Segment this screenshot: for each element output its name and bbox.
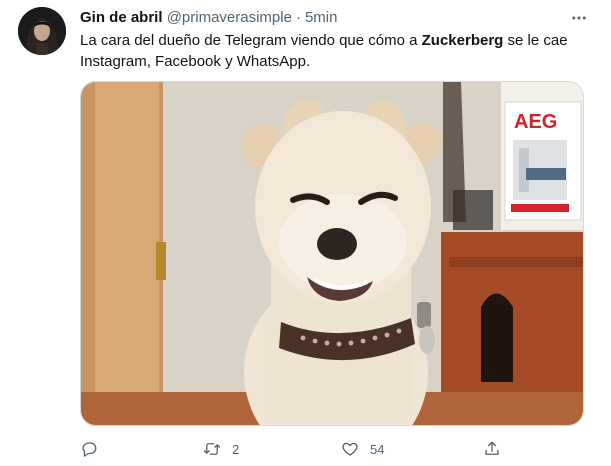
heart-icon	[342, 442, 358, 456]
tweet-actions: 2 54	[74, 434, 514, 464]
timestamp[interactable]: 5min	[305, 9, 338, 26]
reply-icon	[82, 442, 97, 457]
tweet-header: Gin de abril @primaverasimple · 5min	[80, 8, 337, 28]
retweet-button[interactable]: 2	[203, 434, 239, 464]
tweet-text-bold: Zuckerberg	[421, 32, 504, 49]
author-name[interactable]: Gin de abril	[80, 9, 163, 26]
tweet-text-part-1: La cara del dueño de Telegram viendo que…	[80, 32, 422, 49]
retweet-count: 2	[232, 441, 240, 457]
tweet-text: La cara del dueño de Telegram viendo que…	[80, 30, 585, 72]
separator-dot: ·	[295, 9, 301, 26]
more-horizontal-icon	[572, 16, 586, 20]
avatar[interactable]	[18, 7, 66, 55]
tweet[interactable]: Gin de abril @primaverasimple · 5min La ca…	[0, 0, 611, 466]
aeg-label: AEG	[514, 111, 557, 133]
reply-button[interactable]	[80, 434, 109, 464]
like-button[interactable]: 54	[341, 434, 384, 464]
like-count: 54	[370, 441, 385, 457]
more-button[interactable]	[567, 8, 591, 28]
retweet-icon	[203, 443, 221, 455]
avatar-image	[18, 7, 66, 55]
tweet-media-photo[interactable]: AEG	[80, 81, 584, 426]
author-handle[interactable]: @primaverasimple	[167, 9, 292, 26]
share-button[interactable]	[483, 434, 501, 464]
dog-photo: AEG	[81, 82, 583, 425]
share-icon	[485, 441, 499, 455]
